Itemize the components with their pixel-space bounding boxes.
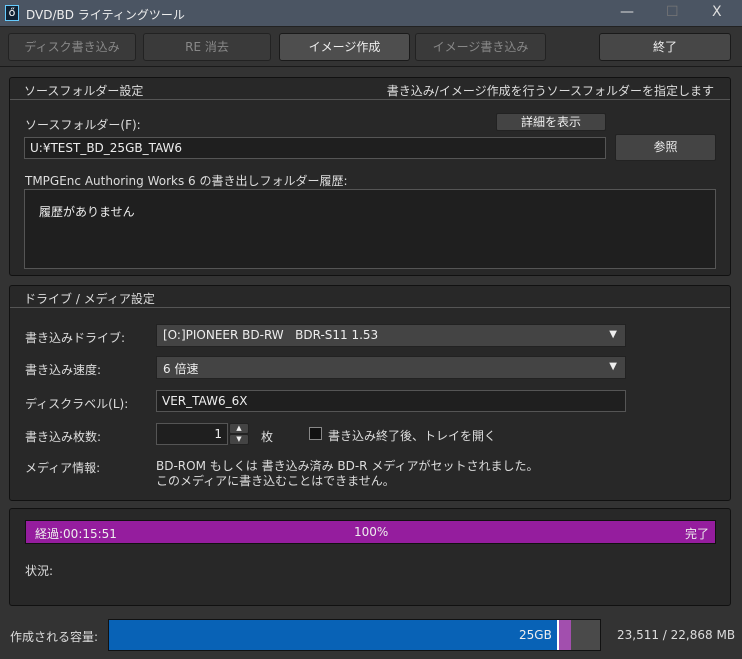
tab-disc-write[interactable]: ディスク書き込み	[8, 33, 136, 61]
stepper-down-icon[interactable]: ▼	[229, 434, 249, 445]
capacity-value: 23,511 / 22,868 MB	[617, 628, 736, 642]
progress-percent: 100%	[354, 525, 389, 539]
show-details-button[interactable]: 詳細を表示	[496, 113, 606, 131]
source-folder-label: ソースフォルダー(F):	[25, 118, 141, 132]
maximize-button[interactable]: ☐	[666, 4, 679, 20]
tab-image-create[interactable]: イメージ作成	[279, 33, 410, 61]
media-info-label: メディア情報:	[25, 461, 101, 475]
disc-label-input[interactable]: VER_TAW6_6X	[156, 390, 626, 412]
media-info-line2: このメディアに書き込むことはできません。	[156, 474, 395, 488]
speed-value: 6 倍速	[163, 362, 199, 376]
drive-media-panel: ドライブ / メディア設定 書き込みドライブ: [O:]PIONEER BD-R…	[9, 285, 731, 501]
chevron-down-icon: ▼	[609, 329, 617, 340]
chevron-down-icon: ▼	[609, 361, 617, 372]
source-panel-hint: 書き込み/イメージ作成を行うソースフォルダーを指定します	[386, 84, 714, 98]
copies-label: 書き込み枚数:	[25, 430, 102, 444]
exit-button[interactable]: 終了	[599, 33, 731, 61]
eject-label[interactable]: 書き込み終了後、トレイを開く	[328, 427, 496, 444]
status-label: 状況:	[25, 564, 54, 578]
browse-button[interactable]: 参照	[615, 134, 716, 161]
source-panel-title: ソースフォルダー設定	[24, 84, 144, 98]
source-panel-header: ソースフォルダー設定 書き込み/イメージ作成を行うソースフォルダーを指定します	[10, 78, 730, 100]
drive-label: 書き込みドライブ:	[25, 331, 126, 345]
window-title: DVD/BD ライティングツール	[26, 8, 185, 22]
drive-panel-header: ドライブ / メディア設定	[10, 286, 730, 308]
capacity-used-fill	[109, 620, 557, 650]
drive-select[interactable]: [O:]PIONEER BD-RW BDR-S11 1.53 ▼	[156, 324, 626, 347]
history-list[interactable]: 履歴がありません	[24, 189, 716, 269]
history-empty-text: 履歴がありません	[39, 205, 135, 219]
progress-done: 完了	[684, 527, 709, 541]
capacity-bar: 25GB	[108, 619, 601, 651]
capacity-label: 作成される容量:	[10, 630, 99, 644]
copies-unit: 枚	[261, 430, 274, 444]
copies-input[interactable]: 1	[156, 423, 228, 445]
app-logo-icon: ő	[5, 5, 19, 21]
stepper-up-icon[interactable]: ▲	[229, 423, 249, 434]
elapsed-time: 経過:00:15:51	[35, 527, 117, 541]
disc-label-label: ディスクラベル(L):	[25, 397, 129, 411]
drive-panel-title: ドライブ / メディア設定	[24, 292, 155, 306]
minimize-button[interactable]: —	[620, 4, 634, 20]
close-button[interactable]: X	[712, 4, 722, 20]
divider	[0, 66, 742, 67]
copies-stepper[interactable]: ▲ ▼	[229, 423, 249, 445]
speed-label: 書き込み速度:	[25, 363, 102, 377]
progress-bar: 経過:00:15:51 100% 完了	[25, 520, 716, 544]
history-label: TMPGEnc Authoring Works 6 の書き出しフォルダー履歴:	[25, 174, 348, 188]
source-folder-input[interactable]: U:¥TEST_BD_25GB_TAW6	[24, 137, 606, 159]
drive-value: [O:]PIONEER BD-RW BDR-S11 1.53	[163, 328, 379, 342]
capacity-overflow-fill	[559, 620, 571, 650]
eject-checkbox[interactable]	[309, 427, 322, 440]
progress-panel: 経過:00:15:51 100% 完了 状況:	[9, 508, 731, 606]
tab-image-write[interactable]: イメージ書き込み	[415, 33, 546, 61]
tab-re-erase[interactable]: RE 消去	[143, 33, 271, 61]
title-bar: ő DVD/BD ライティングツール — ☐ X	[0, 0, 742, 27]
disc-size-label: 25GB	[519, 628, 552, 642]
speed-select[interactable]: 6 倍速 ▼	[156, 356, 626, 379]
source-folder-panel: ソースフォルダー設定 書き込み/イメージ作成を行うソースフォルダーを指定します …	[9, 77, 731, 276]
